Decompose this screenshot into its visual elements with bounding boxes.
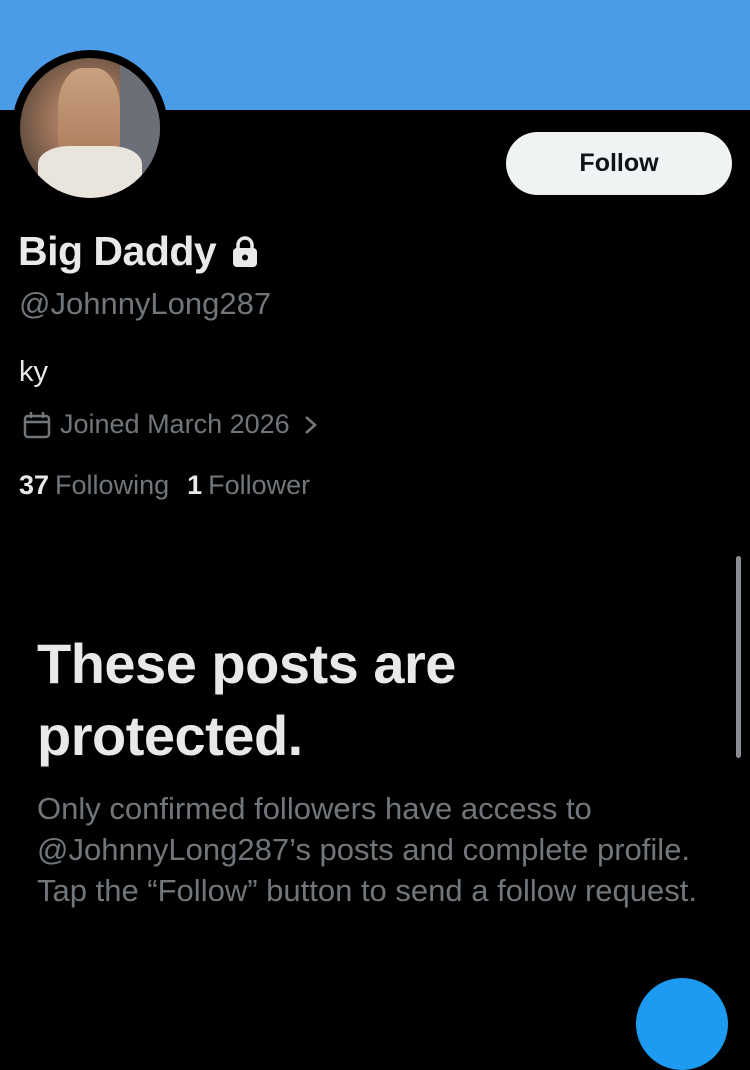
protected-posts-title: These posts are protected. [37, 632, 456, 767]
joined-date-row[interactable]: Joined March 2026 [22, 409, 320, 440]
lock-icon [233, 235, 258, 267]
display-name: Big Daddy [18, 228, 217, 274]
display-name-row: Big Daddy [18, 228, 260, 275]
chevron-right-icon [304, 415, 317, 434]
profile-bio: ky [19, 356, 48, 388]
calendar-icon [23, 411, 51, 438]
follow-button[interactable]: Follow [506, 132, 732, 195]
follow-stats: 37 Following 1 Follower [19, 470, 328, 501]
joined-date: Joined March 2026 [60, 409, 290, 439]
protected-posts-message: Only confirmed followers have access to … [37, 791, 697, 908]
avatar[interactable] [20, 58, 160, 198]
following-count: 37 [19, 470, 50, 500]
following-link[interactable]: 37 Following [19, 470, 169, 501]
following-label: Following [55, 470, 170, 500]
profile-handle: @JohnnyLong287 [19, 286, 272, 321]
avatar-photo-towel [38, 146, 142, 198]
compose-fab-button[interactable] [636, 978, 728, 1070]
followers-link[interactable]: 1 Follower [187, 470, 310, 501]
scrollbar[interactable] [736, 556, 741, 758]
followers-count: 1 [187, 470, 203, 500]
followers-label: Follower [208, 470, 311, 500]
